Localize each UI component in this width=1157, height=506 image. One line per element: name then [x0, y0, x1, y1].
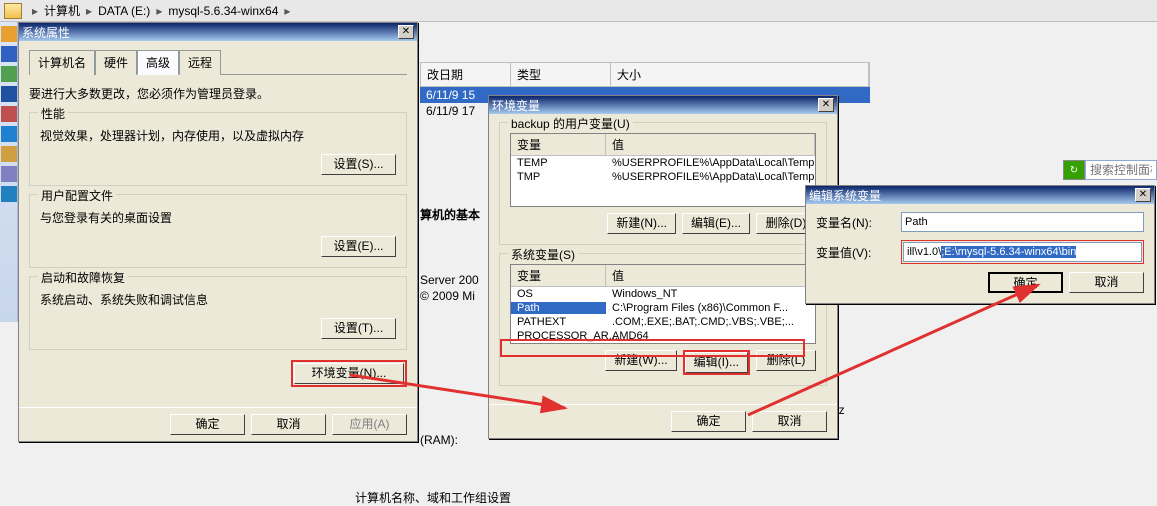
ql-icon[interactable] [1, 106, 17, 122]
ql-icon[interactable] [1, 86, 17, 102]
close-icon[interactable]: ✕ [1135, 188, 1151, 202]
apply-button[interactable]: 应用(A) [332, 414, 407, 435]
bg-title: 算机的基本 [420, 206, 480, 223]
bg-line: Server 200 [420, 273, 480, 287]
bg-info: 算机的基本 Server 200 © 2009 Mi (RAM): [420, 206, 480, 449]
col-hdr-var[interactable]: 变量 [511, 265, 606, 286]
group-desc: 系统启动、系统失败和调试信息 [40, 291, 396, 308]
user-edit-button[interactable]: 编辑(E)... [682, 213, 750, 234]
user-vars-group: backup 的用户变量(U) 变量 值 TEMP%USERPROFILE%\A… [499, 122, 827, 245]
tab-advanced[interactable]: 高级 [137, 50, 179, 75]
list-row[interactable]: TMP%USERPROFILE%\AppData\Local\Temp [511, 170, 815, 184]
ql-icon[interactable] [1, 46, 17, 62]
ql-icon[interactable] [1, 26, 17, 42]
user-new-button[interactable]: 新建(N)... [607, 213, 676, 234]
breadcrumb-sep: ▸ [32, 4, 38, 18]
search-input[interactable] [1085, 160, 1157, 180]
system-properties-dialog: 系统属性 ✕ 计算机名 硬件 高级 远程 要进行大多数更改，您必须作为管理员登录… [18, 22, 418, 442]
breadcrumb-part[interactable]: 计算机 [44, 2, 80, 19]
breadcrumb-part[interactable]: DATA (E:) [98, 4, 150, 18]
col-hdr-size[interactable]: 大小 [611, 63, 869, 86]
ok-button[interactable]: 确定 [170, 414, 245, 435]
breadcrumb: ▸ 计算机 ▸ DATA (E:) ▸ mysql-5.6.34-winx64 … [0, 0, 1157, 22]
footer-label: 计算机名称、域和工作组设置 [355, 489, 511, 506]
var-value-label: 变量值(V): [816, 244, 891, 261]
group-legend: 系统变量(S) [508, 246, 578, 263]
list-row[interactable]: OSWindows_NT [511, 287, 815, 301]
group-user-profiles: 用户配置文件 与您登录有关的桌面设置 设置(E)... [29, 194, 407, 268]
close-icon[interactable]: ✕ [398, 25, 414, 39]
breadcrumb-sep: ▸ [156, 4, 162, 18]
settings-profiles-button[interactable]: 设置(E)... [321, 236, 396, 257]
titlebar[interactable]: 环境变量 ✕ [489, 96, 837, 114]
var-value-highlight: ill\v1.0\;E:\mysql-5.6.34-winx64\bin [901, 240, 1144, 264]
col-hdr-val[interactable]: 值 [606, 265, 815, 286]
settings-perf-button[interactable]: 设置(S)... [321, 154, 396, 175]
group-legend: 启动和故障恢复 [38, 269, 128, 286]
environment-variables-dialog: 环境变量 ✕ backup 的用户变量(U) 变量 值 TEMP%USERPRO… [488, 95, 838, 439]
ql-icon[interactable] [1, 146, 17, 162]
close-icon[interactable]: ✕ [818, 98, 834, 112]
group-legend: backup 的用户变量(U) [508, 115, 633, 132]
var-name-label: 变量名(N): [816, 214, 891, 231]
group-startup-recovery: 启动和故障恢复 系统启动、系统失败和调试信息 设置(T)... [29, 276, 407, 350]
bg-line: (RAM): [420, 433, 480, 447]
bg-line: © 2009 Mi [420, 289, 480, 303]
breadcrumb-part[interactable]: mysql-5.6.34-winx64 [168, 4, 278, 18]
search-area: ↻ [1063, 158, 1157, 182]
var-value-input[interactable]: ill\v1.0\;E:\mysql-5.6.34-winx64\bin [903, 242, 1142, 262]
user-vars-list[interactable]: 变量 值 TEMP%USERPROFILE%\AppData\Local\Tem… [510, 133, 816, 207]
titlebar[interactable]: 系统属性 ✕ [19, 23, 417, 41]
cancel-button[interactable]: 取消 [1069, 272, 1144, 293]
breadcrumb-sep: ▸ [86, 4, 92, 18]
var-name-input[interactable]: Path [901, 212, 1144, 232]
ql-icon[interactable] [1, 126, 17, 142]
titlebar[interactable]: 编辑系统变量 ✕ [806, 186, 1154, 204]
dialog-title: 系统属性 [22, 24, 70, 41]
system-vars-group: 系统变量(S) 变量 值 OSWindows_NT PathC:\Program… [499, 253, 827, 386]
quick-launch-bar [0, 22, 18, 322]
system-vars-list[interactable]: 变量 值 OSWindows_NT PathC:\Program Files (… [510, 264, 816, 344]
tab-remote[interactable]: 远程 [179, 50, 221, 75]
path-row-highlight [500, 339, 805, 357]
col-hdr-date[interactable]: 改日期 [421, 63, 511, 86]
list-row-path[interactable]: PathC:\Program Files (x86)\Common F... [511, 301, 815, 315]
folder-icon [4, 3, 22, 19]
settings-startup-button[interactable]: 设置(T)... [321, 318, 396, 339]
group-legend: 用户配置文件 [38, 187, 116, 204]
group-desc: 与您登录有关的桌面设置 [40, 209, 396, 226]
environment-variables-button[interactable]: 环境变量(N)... [294, 363, 404, 384]
group-legend: 性能 [38, 105, 68, 122]
env-button-highlight: 环境变量(N)... [291, 360, 407, 387]
ql-icon[interactable] [1, 186, 17, 202]
ql-icon[interactable] [1, 66, 17, 82]
list-row[interactable]: PATHEXT.COM;.EXE;.BAT;.CMD;.VBS;.VBE;... [511, 315, 815, 329]
col-hdr-val[interactable]: 值 [606, 134, 815, 155]
refresh-icon[interactable]: ↻ [1063, 160, 1085, 180]
ok-button[interactable]: 确定 [671, 411, 746, 432]
tab-computer-name[interactable]: 计算机名 [29, 50, 95, 75]
tab-hardware[interactable]: 硬件 [95, 50, 137, 75]
breadcrumb-sep: ▸ [284, 4, 290, 18]
admin-note: 要进行大多数更改，您必须作为管理员登录。 [29, 85, 407, 102]
dialog-title: 环境变量 [492, 97, 540, 114]
col-hdr-var[interactable]: 变量 [511, 134, 606, 155]
ok-button[interactable]: 确定 [988, 272, 1063, 293]
edit-system-variable-dialog: 编辑系统变量 ✕ 变量名(N): Path 变量值(V): ill\v1.0\;… [805, 185, 1155, 304]
ql-icon[interactable] [1, 166, 17, 182]
cancel-button[interactable]: 取消 [251, 414, 326, 435]
group-performance: 性能 视觉效果，处理器计划，内存使用，以及虚拟内存 设置(S)... [29, 112, 407, 186]
group-desc: 视觉效果，处理器计划，内存使用，以及虚拟内存 [40, 127, 396, 144]
col-hdr-type[interactable]: 类型 [511, 63, 611, 86]
cancel-button[interactable]: 取消 [752, 411, 827, 432]
dialog-title: 编辑系统变量 [809, 187, 881, 204]
list-row[interactable]: TEMP%USERPROFILE%\AppData\Local\Temp [511, 156, 815, 170]
tab-strip: 计算机名 硬件 高级 远程 [29, 49, 407, 75]
